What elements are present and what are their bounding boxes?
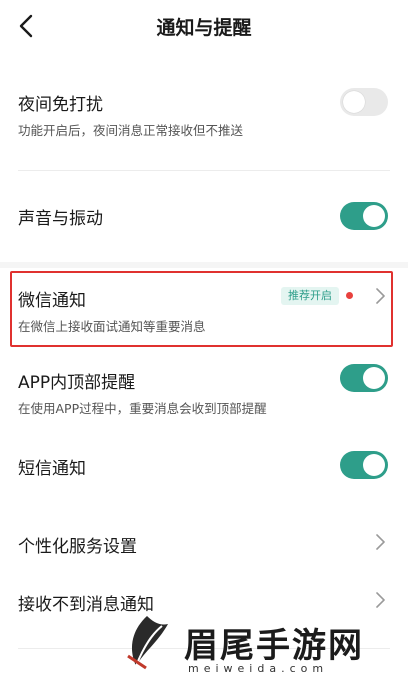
chevron-right-icon[interactable] xyxy=(374,533,386,551)
night-dnd-row[interactable]: 夜间免打扰 功能开启后，夜间消息正常接收但不推送 xyxy=(0,76,408,146)
personalized-row[interactable]: 个性化服务设置 xyxy=(0,518,408,568)
watermark: 眉尾手游网 meiweida.com xyxy=(118,610,408,682)
sms-notify-row[interactable]: 短信通知 xyxy=(0,440,408,492)
sms-notify-title: 短信通知 xyxy=(18,459,86,479)
app-top-alert-toggle[interactable] xyxy=(340,364,388,392)
night-dnd-title: 夜间免打扰 xyxy=(18,95,103,115)
sound-vibration-toggle[interactable] xyxy=(340,202,388,230)
page-title: 通知与提醒 xyxy=(156,17,252,39)
recommend-badge: 推荐开启 xyxy=(281,287,339,305)
app-top-alert-row[interactable]: APP内顶部提醒 在使用APP过程中，重要消息会收到顶部提醒 xyxy=(0,356,408,422)
navigation-bar: 通知与提醒 xyxy=(0,0,408,52)
night-dnd-toggle[interactable] xyxy=(340,88,388,116)
watermark-brand: 眉尾手游网 xyxy=(184,626,364,666)
toggle-knob xyxy=(363,205,385,227)
sms-notify-toggle[interactable] xyxy=(340,451,388,479)
leaf-logo-icon xyxy=(127,616,168,670)
wechat-notify-row[interactable]: 微信通知 在微信上接收面试通知等重要消息 xyxy=(0,272,408,346)
app-top-alert-subtitle: 在使用APP过程中，重要消息会收到顶部提醒 xyxy=(18,401,267,416)
divider xyxy=(18,170,390,171)
sound-vibration-row[interactable]: 声音与振动 xyxy=(0,190,408,242)
watermark-domain: meiweida.com xyxy=(188,662,329,675)
wechat-notify-title: 微信通知 xyxy=(18,291,86,311)
section-gap xyxy=(0,262,408,268)
unread-dot xyxy=(346,292,353,299)
chevron-right-icon[interactable] xyxy=(374,591,386,609)
sound-vibration-title: 声音与振动 xyxy=(18,209,103,229)
personalized-title: 个性化服务设置 xyxy=(18,537,137,557)
night-dnd-subtitle: 功能开启后，夜间消息正常接收但不推送 xyxy=(18,123,244,138)
wechat-notify-subtitle: 在微信上接收面试通知等重要消息 xyxy=(18,319,206,334)
toggle-knob xyxy=(363,454,385,476)
chevron-right-icon[interactable] xyxy=(374,287,386,305)
toggle-knob xyxy=(363,367,385,389)
toggle-knob xyxy=(343,91,365,113)
app-top-alert-title: APP内顶部提醒 xyxy=(18,373,136,393)
